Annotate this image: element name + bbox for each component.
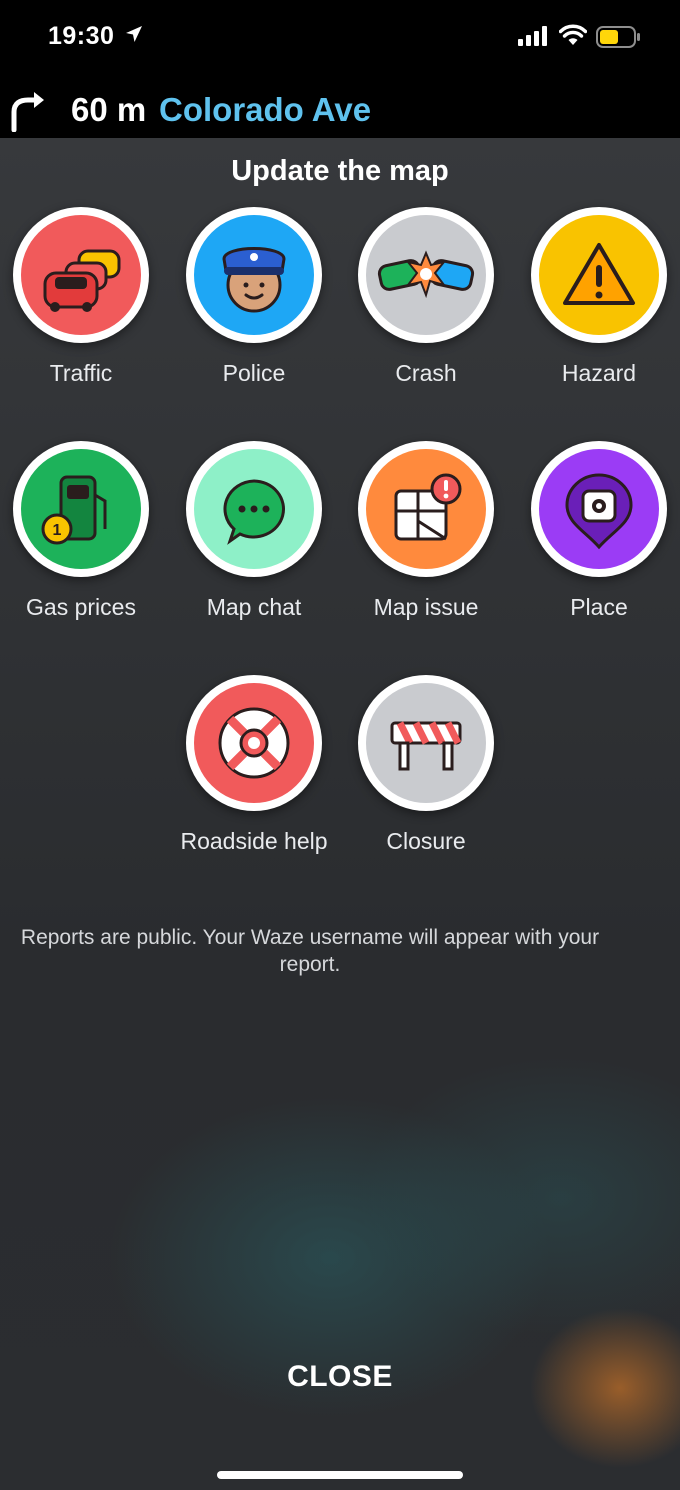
report-icon-circle: 1	[13, 441, 149, 577]
cellular-signal-icon	[518, 26, 547, 46]
report-icon-circle	[186, 441, 322, 577]
map-issue-icon	[394, 473, 462, 541]
report-gas-prices-button[interactable]: 1 Gas prices	[0, 441, 167, 641]
battery-icon	[596, 26, 640, 48]
report-icon-fill	[539, 215, 659, 335]
report-label: Hazard	[561, 360, 637, 386]
turn-distance: 60 m	[71, 91, 147, 128]
report-map-chat-button[interactable]: Map chat	[168, 441, 340, 641]
street-name: Colorado Ave	[159, 91, 372, 128]
turn-right-icon	[11, 92, 44, 132]
navigation-instruction-bar[interactable]: 60 m Colorado Ave	[0, 78, 680, 138]
report-icon-circle	[358, 441, 494, 577]
report-icon-circle	[186, 675, 322, 811]
chat-bubble-icon	[223, 479, 285, 545]
report-icon-fill	[539, 449, 659, 569]
report-label: Closure	[386, 828, 466, 854]
report-traffic-button[interactable]: Traffic	[0, 207, 167, 407]
report-place-button[interactable]: Place	[513, 441, 680, 641]
gas-station-icon: 1	[41, 475, 107, 545]
lifebuoy-icon	[218, 707, 290, 779]
location-arrow-icon	[126, 26, 142, 42]
report-crash-button[interactable]: Crash	[340, 207, 512, 407]
home-indicator[interactable]	[217, 1471, 463, 1479]
report-icon-circle	[186, 207, 322, 343]
road-closure-icon	[390, 721, 462, 771]
report-label: Place	[570, 594, 628, 620]
report-icon-fill	[366, 449, 486, 569]
page-title: Update the map	[231, 155, 449, 187]
report-icon-circle	[13, 207, 149, 343]
traffic-jam-icon	[43, 249, 121, 312]
police-icon	[222, 247, 286, 313]
report-icon-circle	[531, 207, 667, 343]
report-closure-button[interactable]: Closure	[340, 675, 512, 875]
report-icon-fill	[194, 683, 314, 803]
svg-text:1: 1	[53, 522, 62, 539]
hazard-icon	[563, 243, 635, 305]
report-roadside-help-button[interactable]: Roadside help	[168, 675, 340, 875]
report-hazard-button[interactable]: Hazard	[513, 207, 680, 407]
privacy-disclaimer: Reports are public. Your Waze username w…	[20, 926, 600, 976]
report-icon-circle	[531, 441, 667, 577]
report-icon-fill	[194, 449, 314, 569]
close-button[interactable]: CLOSE	[240, 1360, 440, 1404]
wifi-icon	[559, 24, 587, 45]
report-icon-circle	[358, 207, 494, 343]
place-pin-icon	[565, 473, 633, 550]
status-bar: 19:30	[0, 0, 680, 78]
report-icon-fill	[366, 683, 486, 803]
status-time: 19:30	[48, 22, 115, 50]
crash-icon	[377, 250, 475, 299]
report-icon-fill	[21, 215, 141, 335]
report-police-button[interactable]: Police	[168, 207, 340, 407]
report-icon-circle	[358, 675, 494, 811]
report-icon-fill	[366, 215, 486, 335]
report-icon-fill: 1	[21, 449, 141, 569]
report-icon-fill	[194, 215, 314, 335]
report-map-issue-button[interactable]: Map issue	[340, 441, 512, 641]
